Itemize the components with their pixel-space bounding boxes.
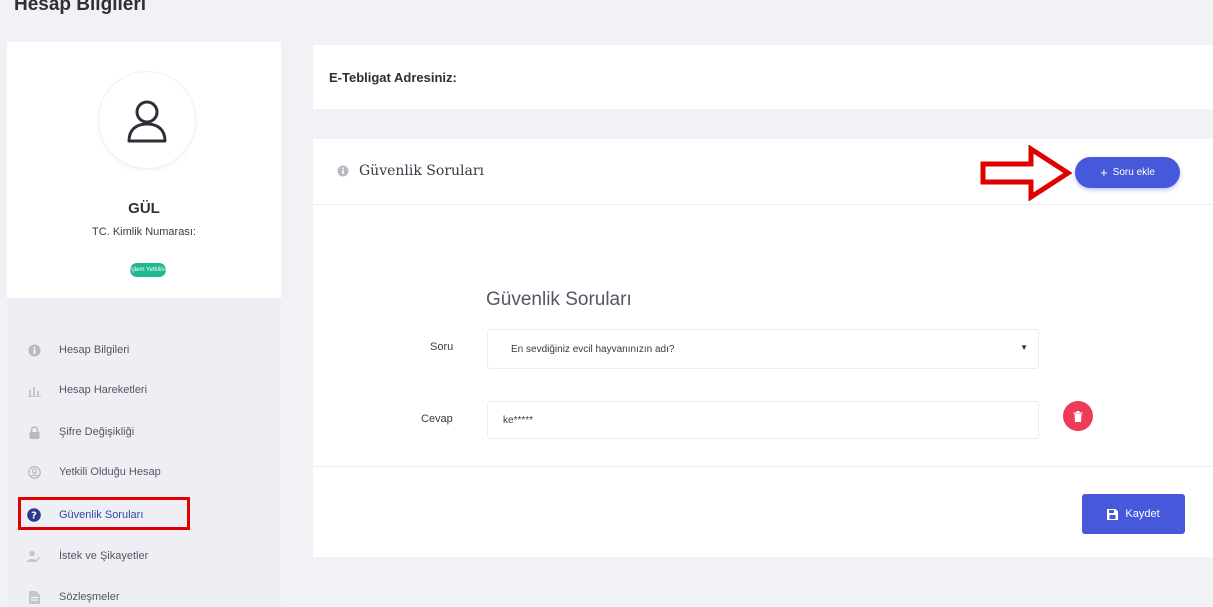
save-icon <box>1107 508 1119 520</box>
plus-icon: + <box>1100 165 1108 180</box>
user-name: GÜL <box>128 200 160 217</box>
tc-number-label: TC. Kimlik Numarası: <box>92 226 196 238</box>
user-edit-icon <box>27 549 41 563</box>
info-icon <box>27 343 41 357</box>
bar-chart-icon <box>27 383 41 397</box>
arrow-annotation-icon <box>980 145 1072 201</box>
sidebar-item-sozlesmeler[interactable]: Sözleşmeler <box>7 577 281 607</box>
answer-input[interactable] <box>487 401 1039 439</box>
form-title: Güvenlik Soruları <box>486 289 632 310</box>
security-questions-panel: Güvenlik Soruları + Soru ekle Güvenlik S… <box>313 139 1213 557</box>
panel-header: Güvenlik Soruları + Soru ekle <box>313 139 1213 205</box>
etebligat-title: E-Tebligat Adresiniz: <box>329 70 457 85</box>
divider <box>313 466 1213 467</box>
user-icon <box>127 100 167 143</box>
dropdown-arrow-icon: ▼ <box>1020 343 1028 352</box>
sidebar-item-label: Şifre Değişikliği <box>59 426 135 438</box>
sidebar-item-yetkili-hesap[interactable]: Yetkili Olduğu Hesap <box>7 452 281 492</box>
panel-header-title: Güvenlik Soruları <box>359 163 485 179</box>
add-question-label: Soru ekle <box>1112 167 1155 178</box>
delete-button[interactable] <box>1063 401 1093 431</box>
etebligat-panel: E-Tebligat Adresiniz: <box>313 45 1213 109</box>
sidebar-item-label: Hesap Hareketleri <box>59 384 148 396</box>
highlight-frame <box>18 497 190 530</box>
document-icon <box>27 590 41 604</box>
add-question-button[interactable]: + Soru ekle <box>1075 157 1180 188</box>
sidebar-item-label: Hesap Bilgileri <box>59 344 130 356</box>
profile-card: GÜL TC. Kimlik Numarası: İşlem Yetkilisi <box>7 42 281 298</box>
save-button[interactable]: Kaydet <box>1082 494 1185 534</box>
sidebar-item-hesap-bilgileri[interactable]: Hesap Bilgileri <box>7 330 281 370</box>
sidebar-item-label: İstek ve Şikayetler <box>59 550 149 562</box>
info-icon <box>337 164 349 182</box>
avatar <box>99 72 195 168</box>
question-select[interactable]: En sevdiğiniz evcil hayvanınızın adı? ▼ <box>487 329 1039 369</box>
page-title: Hesap Bilgileri <box>14 0 146 15</box>
question-select-value: En sevdiğiniz evcil hayvanınızın adı? <box>511 343 675 355</box>
trash-icon <box>1073 410 1083 422</box>
sidebar-item-hesap-hareketleri[interactable]: Hesap Hareketleri <box>7 370 281 410</box>
sidebar-item-istek-sikayetler[interactable]: İstek ve Şikayetler <box>7 536 281 576</box>
status-badge: İşlem Yetkilisi <box>130 263 166 277</box>
sidebar-item-label: Yetkili Olduğu Hesap <box>59 466 161 478</box>
user-circle-icon <box>27 465 41 479</box>
answer-label: Cevap <box>421 413 453 425</box>
sidebar-item-sifre-degisikligi[interactable]: Şifre Değişikliği <box>7 412 281 452</box>
sidebar-item-label: Sözleşmeler <box>59 591 120 603</box>
lock-icon <box>27 425 41 439</box>
question-label: Soru <box>430 341 454 353</box>
save-label: Kaydet <box>1125 508 1160 520</box>
